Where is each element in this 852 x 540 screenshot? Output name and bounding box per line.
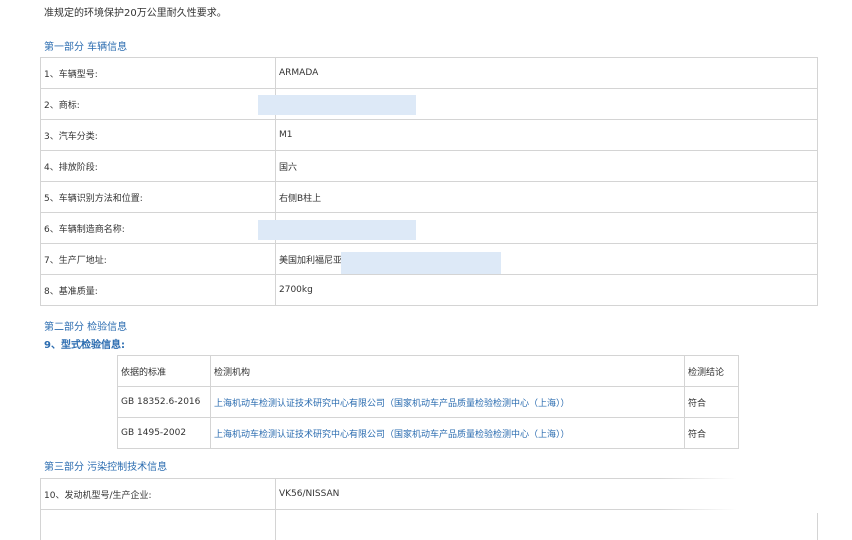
- row-label: 10、发动机型号/生产企业:: [41, 479, 276, 510]
- header-result: 检测结论: [685, 356, 739, 387]
- row-value: 国六: [276, 151, 818, 182]
- redacted-address: [341, 252, 501, 274]
- result-cell: 符合: [685, 387, 739, 418]
- row-label: 4、排放阶段:: [41, 151, 276, 182]
- inspection-table: 依据的标准 检测机构 检测结论 GB 18352.6-2016 上海机动车检测认…: [117, 355, 739, 449]
- table-row: GB 18352.6-2016 上海机动车检测认证技术研究中心有限公司（国家机动…: [118, 387, 739, 418]
- fade-overlay: [660, 476, 852, 513]
- row-label: 2、商标:: [41, 89, 276, 120]
- table-row: 4、排放阶段: 国六: [41, 151, 818, 182]
- section3-title: 第三部分 污染控制技术信息: [44, 458, 167, 473]
- table-row: 3、汽车分类: M1: [41, 120, 818, 151]
- row-value: M1: [276, 120, 818, 151]
- row-value: 右侧B柱上: [276, 182, 818, 213]
- row-label: 8、基准质量:: [41, 275, 276, 306]
- table-row: 5、车辆识别方法和位置: 右侧B柱上: [41, 182, 818, 213]
- row-value: ARMADA: [276, 58, 818, 89]
- header-standard: 依据的标准: [118, 356, 211, 387]
- row-label: 3、汽车分类:: [41, 120, 276, 151]
- agency-link[interactable]: 上海机动车检测认证技术研究中心有限公司（国家机动车产品质量检验检测中心（上海））: [211, 418, 685, 449]
- inspection-subtitle: 9、型式检验信息:: [44, 336, 125, 351]
- table-row: GB 1495-2002 上海机动车检测认证技术研究中心有限公司（国家机动车产品…: [118, 418, 739, 449]
- table-header-row: 依据的标准 检测机构 检测结论: [118, 356, 739, 387]
- row-value: [276, 510, 818, 540]
- result-cell: 符合: [685, 418, 739, 449]
- row-label: 7、生产厂地址:: [41, 244, 276, 275]
- header-agency: 检测机构: [211, 356, 685, 387]
- standard-cell: GB 18352.6-2016: [118, 387, 211, 418]
- section2-title: 第二部分 检验信息: [44, 318, 127, 333]
- row-label: 1、车辆型号:: [41, 58, 276, 89]
- agency-link[interactable]: 上海机动车检测认证技术研究中心有限公司（国家机动车产品质量检验检测中心（上海））: [211, 387, 685, 418]
- redacted-manufacturer: [258, 220, 416, 240]
- row-label: [41, 510, 276, 540]
- table-row: 1、车辆型号: ARMADA: [41, 58, 818, 89]
- table-row: 8、基准质量: 2700kg: [41, 275, 818, 306]
- table-row: 2、商标:: [41, 89, 818, 120]
- intro-text: 准规定的环境保护20万公里耐久性要求。: [44, 4, 227, 19]
- table-row: [41, 510, 818, 540]
- row-value: 2700kg: [276, 275, 818, 306]
- redacted-brand: [258, 95, 416, 115]
- standard-cell: GB 1495-2002: [118, 418, 211, 449]
- row-label: 5、车辆识别方法和位置:: [41, 182, 276, 213]
- table-row: 6、车辆制造商名称:: [41, 213, 818, 244]
- section1-title: 第一部分 车辆信息: [44, 38, 127, 53]
- row-label: 6、车辆制造商名称:: [41, 213, 276, 244]
